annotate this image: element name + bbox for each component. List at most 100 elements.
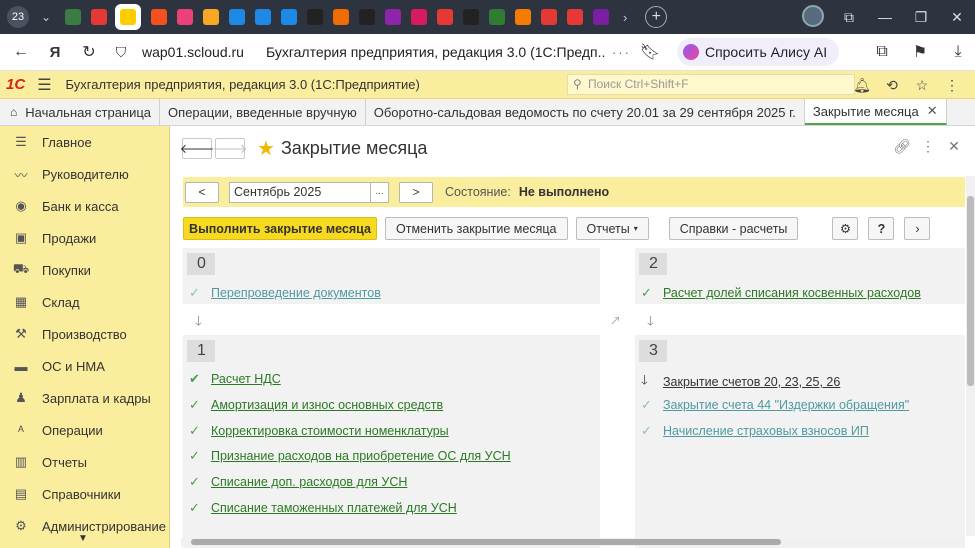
- back-button[interactable]: 🡐: [180, 138, 214, 159]
- tab-count-badge[interactable]: 23: [7, 6, 29, 28]
- period-field[interactable]: Сентябрь 2025 ...: [229, 181, 389, 203]
- settings-button[interactable]: ⚙: [832, 217, 859, 240]
- scroll-thumb[interactable]: [967, 196, 974, 386]
- scroll-down-icon[interactable]: ▼: [78, 533, 88, 544]
- tab-manual-operations[interactable]: Операции, введенные вручную: [160, 99, 366, 125]
- fav-2-browser-tab[interactable]: [91, 9, 107, 25]
- sidebar-item[interactable]: ▤ Справочники: [0, 478, 169, 510]
- page-title-in-omnibox[interactable]: Бухгалтерия предприятия, редакция 3.0 (1…: [266, 44, 606, 60]
- close-window-button[interactable]: ✕: [939, 9, 975, 26]
- fav-5-browser-tab[interactable]: [177, 9, 193, 25]
- close-tab-icon[interactable]: ✕: [927, 103, 938, 119]
- tab-month-closing[interactable]: Закрытие месяца ✕: [804, 99, 947, 125]
- history-icon[interactable]: ⟲: [877, 77, 907, 94]
- menu-icon[interactable]: ☰: [37, 75, 51, 95]
- sidebar-item[interactable]: ⛟ Покупки: [0, 254, 169, 286]
- yandex-icon[interactable]: Я: [42, 44, 68, 61]
- tabs-scroll-right-icon[interactable]: ›: [623, 10, 627, 25]
- fav-1-browser-tab[interactable]: [65, 9, 81, 25]
- more-button[interactable]: ›: [904, 217, 931, 240]
- operation-link[interactable]: Закрытие счета 44 "Издержки обращения": [663, 398, 909, 412]
- fav-19-browser-tab[interactable]: [541, 9, 557, 25]
- operation-link[interactable]: Начисление страховых взносов ИП: [663, 424, 869, 438]
- scroll-thumb[interactable]: [191, 539, 781, 545]
- more-menu-icon[interactable]: ⋮: [937, 77, 967, 94]
- period-select-button[interactable]: ...: [370, 182, 388, 202]
- downloads-icon[interactable]: ⤓: [945, 43, 971, 61]
- fav-7-browser-tab[interactable]: [229, 9, 245, 25]
- sidebar-item[interactable]: ⚒ Производство: [0, 318, 169, 350]
- fav-10-browser-tab[interactable]: [307, 9, 323, 25]
- fav-15-browser-tab[interactable]: [437, 9, 453, 25]
- fav-8-browser-tab[interactable]: [255, 9, 271, 25]
- operation-link[interactable]: Корректировка стоимости номенклатуры: [211, 424, 449, 438]
- bookmark-icon[interactable]: 🔖︎: [637, 42, 663, 62]
- fav-14-browser-tab[interactable]: [411, 9, 427, 25]
- operation-link[interactable]: Перепроведение документов: [211, 286, 381, 300]
- back-arrow-icon[interactable]: ←: [8, 43, 34, 61]
- active-browser-tab[interactable]: [115, 4, 141, 30]
- cancel-month-closing-button[interactable]: Отменить закрытие месяца: [385, 217, 568, 240]
- vertical-scrollbar[interactable]: [966, 176, 975, 536]
- favorite-star-icon[interactable]: ★: [257, 136, 275, 161]
- sidebar-item[interactable]: ◉ Банк и касса: [0, 190, 169, 222]
- run-month-closing-button[interactable]: Выполнить закрытие месяца: [183, 217, 377, 240]
- fav-17-browser-tab[interactable]: [489, 9, 505, 25]
- horizontal-scrollbar[interactable]: [181, 538, 965, 546]
- next-period-button[interactable]: >: [399, 181, 433, 203]
- extensions-icon[interactable]: ⧉: [869, 43, 895, 61]
- sidebar-item[interactable]: ▥ Отчеты: [0, 446, 169, 478]
- close-form-icon[interactable]: ✕: [941, 138, 967, 155]
- fav-21-browser-tab[interactable]: [593, 9, 609, 25]
- sidebar-item[interactable]: 〰 Руководителю: [0, 158, 169, 190]
- help-button[interactable]: ?: [868, 217, 895, 240]
- operation-link[interactable]: Расчет НДС: [211, 372, 281, 386]
- chevron-down-icon[interactable]: ⌄: [41, 10, 55, 24]
- fav-6-browser-tab[interactable]: [203, 9, 219, 25]
- collections-icon[interactable]: ⧉: [831, 9, 867, 26]
- fav-16-browser-tab[interactable]: [463, 9, 479, 25]
- references-calculations-button[interactable]: Справки - расчеты: [668, 217, 799, 240]
- operation-link[interactable]: Признание расходов на приобретение ОС дл…: [211, 449, 511, 463]
- more-icon[interactable]: ···: [612, 45, 631, 60]
- alice-button[interactable]: Спросить Алису AI: [676, 38, 840, 66]
- sidebar-item[interactable]: ▣ Продажи: [0, 222, 169, 254]
- tab-home[interactable]: ⌂ Начальная страница: [0, 99, 161, 125]
- sidebar-item[interactable]: ♟ Зарплата и кадры: [0, 382, 169, 414]
- sidebar-item[interactable]: ▬ ОС и НМА: [0, 350, 169, 382]
- global-search-input[interactable]: ⚲ Поиск Ctrl+Shift+F: [567, 74, 855, 95]
- operation-link[interactable]: Расчет долей списания косвенных расходов: [663, 286, 921, 300]
- operation-link[interactable]: Закрытие счетов 20, 23, 25, 26: [663, 375, 840, 389]
- fav-11-browser-tab[interactable]: [333, 9, 349, 25]
- operation-link[interactable]: Списание доп. расходов для УСН: [211, 475, 407, 489]
- more-actions-icon[interactable]: ⋮: [915, 138, 941, 155]
- profile-avatar[interactable]: [795, 4, 831, 30]
- favorites-icon[interactable]: ☆: [907, 77, 937, 94]
- minimize-button[interactable]: —: [867, 9, 903, 25]
- fav-20-browser-tab[interactable]: [567, 9, 583, 25]
- fav-13-browser-tab[interactable]: [385, 9, 401, 25]
- shield-icon[interactable]: ⛉: [108, 44, 134, 61]
- prev-period-button[interactable]: <: [185, 181, 219, 203]
- fav-4-browser-tab[interactable]: [151, 9, 167, 25]
- operation-link[interactable]: Списание таможенных платежей для УСН: [211, 501, 457, 515]
- forward-button[interactable]: 🡒: [213, 138, 247, 159]
- maximize-button[interactable]: ❐: [903, 9, 939, 26]
- reload-icon[interactable]: ↻: [76, 42, 102, 62]
- period-value[interactable]: Сентябрь 2025: [230, 183, 370, 202]
- sidebar-item[interactable]: ᴬ Операции: [0, 414, 169, 446]
- translate-icon[interactable]: ⚑: [907, 42, 933, 62]
- form-header: 🡐 🡒 ★ Закрытие месяца: [180, 136, 427, 161]
- tab-osv-report[interactable]: Оборотно-сальдовая ведомость по счету 20…: [366, 99, 805, 125]
- link-icon[interactable]: 🔗︎: [889, 138, 915, 155]
- operation-link[interactable]: Амортизация и износ основных средств: [211, 398, 443, 412]
- sidebar-item[interactable]: ☰ Главное: [0, 126, 169, 158]
- fav-9-browser-tab[interactable]: [281, 9, 297, 25]
- fav-18-browser-tab[interactable]: [515, 9, 531, 25]
- url-text[interactable]: wap01.scloud.ru: [142, 44, 244, 60]
- new-tab-button[interactable]: +: [645, 6, 668, 28]
- reports-button[interactable]: Отчеты ▾: [575, 217, 649, 240]
- bell-icon[interactable]: 🔔︎: [847, 77, 877, 94]
- fav-12-browser-tab[interactable]: [359, 9, 375, 25]
- sidebar-item[interactable]: ▦ Склад: [0, 286, 169, 318]
